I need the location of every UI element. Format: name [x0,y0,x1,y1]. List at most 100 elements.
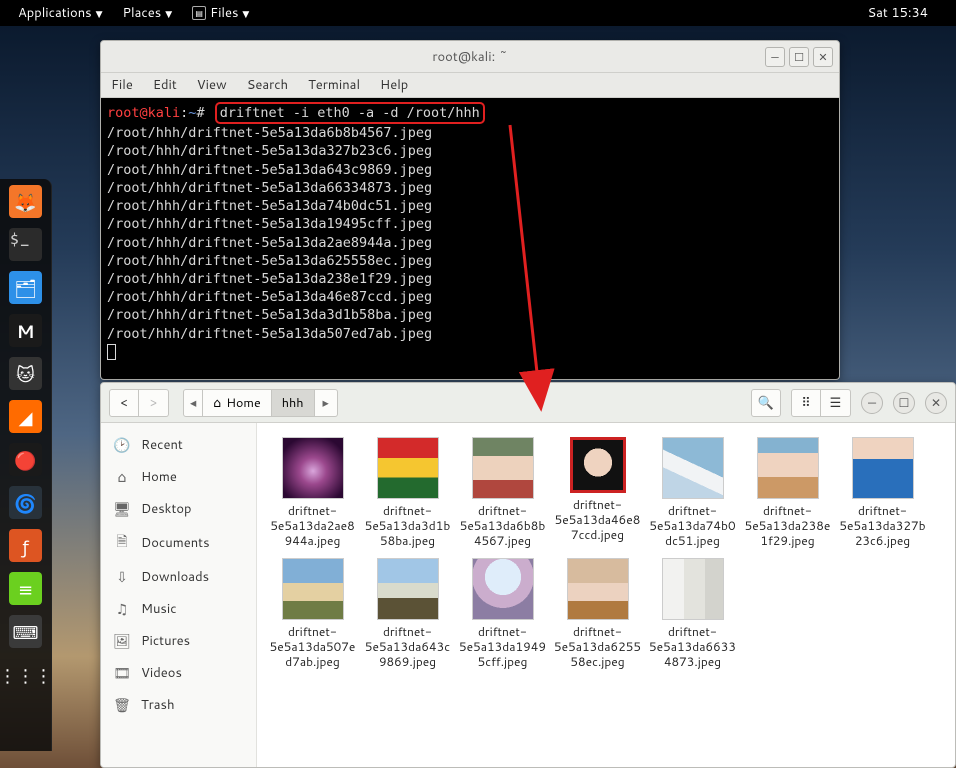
sidebar-icon: 🖼 [113,631,131,651]
chevron-down-icon: ▼ [242,7,249,20]
file-name-label: driftnet-5e5a13da625558ec.jpeg [553,624,643,669]
files-menu[interactable]: ▤ Files ▼ [182,4,259,22]
dock-notes-icon[interactable]: ≡ [9,572,42,605]
file-item[interactable]: driftnet-5e5a13da46e87ccd.jpeg [550,435,645,550]
thumbnail-image [662,437,724,499]
menu-search[interactable]: Search [247,76,288,94]
close-button[interactable]: ✕ [813,47,833,67]
sidebar-item-recent[interactable]: 🕑 Recent [101,429,256,461]
menu-file[interactable]: File [111,76,133,94]
search-button[interactable]: 🔍 [751,389,781,417]
sidebar-icon: 🗎 [113,531,131,555]
path-right-overflow[interactable]: ▸ [315,389,338,417]
chevron-down-icon: ▼ [96,7,103,20]
places-label: Places [123,4,162,22]
applications-menu[interactable]: Applications▼ [8,4,113,22]
file-item[interactable]: driftnet-5e5a13da19495cff.jpeg [455,556,550,671]
sidebar-item-pictures[interactable]: 🖼 Pictures [101,625,256,657]
sidebar-item-downloads[interactable]: ⇩Downloads [101,561,256,593]
places-menu[interactable]: Places▼ [113,4,183,22]
sidebar-item-trash[interactable]: 🗑Trash [101,689,256,721]
files-icon: ▤ [192,6,206,20]
sidebar-item-documents[interactable]: 🗎Documents [101,525,256,561]
path-home-label: Home [226,394,260,412]
minimize-button[interactable]: — [861,392,883,414]
dock-obs-icon[interactable]: 🔴 [9,443,42,476]
sidebar-item-label: Pictures [141,632,190,650]
file-item[interactable]: driftnet-5e5a13da3d1b58ba.jpeg [360,435,455,550]
clock[interactable]: Sat 15:34 [867,4,948,22]
sidebar-item-label: Recent [141,436,183,454]
dock-faraday-icon[interactable]: ƒ [9,529,42,562]
file-name-label: driftnet-5e5a13da74b0dc51.jpeg [648,503,738,548]
file-item[interactable]: driftnet-5e5a13da6b8b4567.jpeg [455,435,550,550]
terminal-titlebar[interactable]: root@kali: ~ — ☐ ✕ [101,41,839,73]
file-item[interactable]: driftnet-5e5a13da507ed7ab.jpeg [265,556,360,671]
sidebar-item-label: Home [141,468,177,486]
files-icon-grid[interactable]: driftnet-5e5a13da2ae8944a.jpegdriftnet-5… [257,423,955,767]
dock-cherrytree-icon[interactable]: 🐱 [9,357,42,390]
file-name-label: driftnet-5e5a13da46e87ccd.jpeg [553,497,643,542]
file-item[interactable]: driftnet-5e5a13da238e1f29.jpeg [740,435,835,550]
maximize-button[interactable]: ☐ [789,47,809,67]
minimize-button[interactable]: — [765,47,785,67]
thumbnail-image [757,437,819,499]
dock-burp-icon[interactable]: ◢ [9,400,42,433]
dock-files-icon[interactable]: 🗂 [9,271,42,304]
menu-terminal[interactable]: Terminal [308,76,360,94]
file-item[interactable]: driftnet-5e5a13da2ae8944a.jpeg [265,435,360,550]
file-item[interactable]: driftnet-5e5a13da327b23c6.jpeg [835,435,930,550]
thumbnail-image [662,558,724,620]
dock-metasploit-icon[interactable]: M [9,314,42,347]
sidebar-item-videos[interactable]: 🎞Videos [101,657,256,689]
maximize-button[interactable]: ☐ [893,392,915,414]
file-item[interactable]: driftnet-5e5a13da74b0dc51.jpeg [645,435,740,550]
files-toolbar: < > ◂ ⌂Home hhh ▸ 🔍 ⠿ ☰ — ☐ ✕ [101,383,955,423]
thumbnail-image [472,437,534,499]
menu-edit[interactable]: Edit [153,76,177,94]
forward-button[interactable]: > [139,389,169,417]
sidebar-icon: ⌂ [113,467,131,487]
sidebar-item-label: Downloads [141,568,209,586]
file-name-label: driftnet-5e5a13da238e1f29.jpeg [743,503,833,548]
thumbnail-image [472,558,534,620]
dock-keyboard-icon[interactable]: ⌨ [9,615,42,648]
sidebar-item-home[interactable]: ⌂ Home [101,461,256,493]
pathbar: ◂ ⌂Home hhh ▸ [183,389,338,417]
menu-view[interactable]: View [197,76,227,94]
menu-help[interactable]: Help [380,76,408,94]
file-name-label: driftnet-5e5a13da643c9869.jpeg [363,624,453,669]
close-button[interactable]: ✕ [925,392,947,414]
dock: 🦊 $_ 🗂 M 🐱 ◢ 🔴 🌀 ƒ ≡ ⌨ ⋮⋮⋮ [0,179,52,751]
terminal-title: root@kali: ~ [432,48,507,66]
view-grid-button[interactable]: ⠿ [791,389,821,417]
file-item[interactable]: driftnet-5e5a13da66334873.jpeg [645,556,740,671]
chevron-down-icon: ▼ [165,7,172,20]
dock-showapps-icon[interactable]: ⋮⋮⋮ [9,658,42,691]
terminal-menubar: File Edit View Search Terminal Help [101,73,839,98]
nav-buttons: < > [109,389,169,417]
path-current[interactable]: hhh [272,389,315,417]
dock-terminal-icon[interactable]: $_ [9,228,42,261]
files-window: < > ◂ ⌂Home hhh ▸ 🔍 ⠿ ☰ — ☐ ✕ 🕑 Recent ⌂ Ho… [100,382,956,768]
back-button[interactable]: < [109,389,139,417]
path-left-overflow[interactable]: ◂ [183,389,203,417]
path-home[interactable]: ⌂Home [203,389,271,417]
sidebar-item-label: Music [141,600,177,618]
sidebar-icon: 🕑 [113,435,131,455]
sidebar-item-music[interactable]: ♫ Music [101,593,256,625]
file-name-label: driftnet-5e5a13da66334873.jpeg [648,624,738,669]
file-item[interactable]: driftnet-5e5a13da625558ec.jpeg [550,556,645,671]
dock-zenmap-icon[interactable]: 🌀 [9,486,42,519]
files-label: Files [210,4,238,22]
terminal-body[interactable]: root@kali:~# driftnet -i eth0 -a -d /roo… [101,98,839,379]
dock-firefox-icon[interactable]: 🦊 [9,185,42,218]
view-menu-button[interactable]: ☰ [821,389,851,417]
sidebar-item-desktop[interactable]: 🖥Desktop [101,493,256,525]
top-panel: Applications▼ Places▼ ▤Files▼ Sat 15:34 [0,0,956,26]
file-name-label: driftnet-5e5a13da327b23c6.jpeg [838,503,928,548]
sidebar-icon: ♫ [113,599,131,619]
file-item[interactable]: driftnet-5e5a13da643c9869.jpeg [360,556,455,671]
thumbnail-image [567,558,629,620]
file-name-label: driftnet-5e5a13da6b8b4567.jpeg [458,503,548,548]
